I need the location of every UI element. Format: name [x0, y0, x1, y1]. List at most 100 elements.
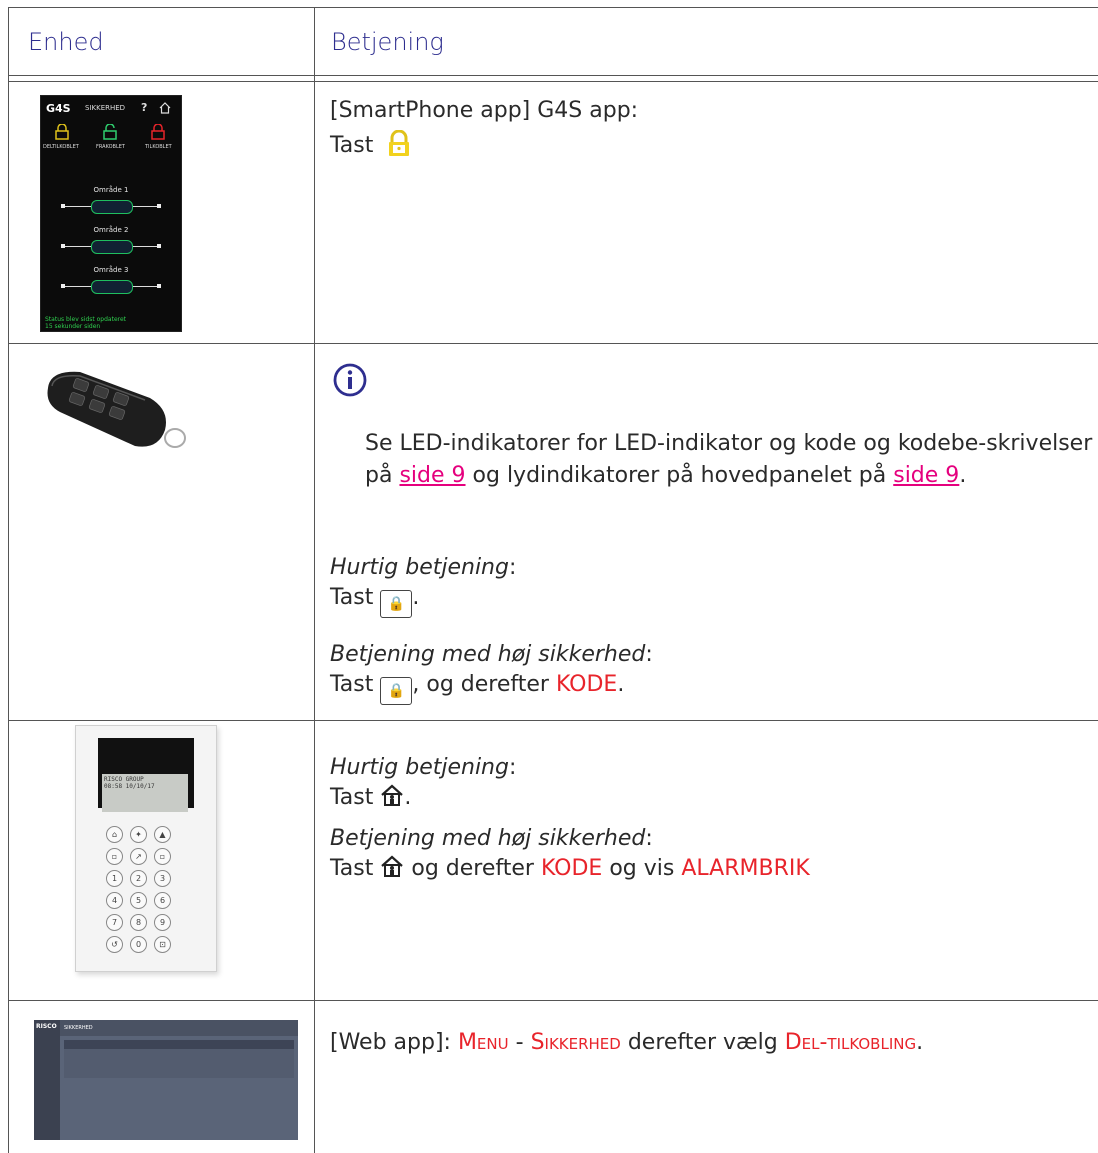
- keypad-lock-key: ▲: [154, 826, 171, 843]
- period: .: [412, 585, 420, 610]
- web-app-image: RISCO SIKKERHED: [34, 1020, 298, 1140]
- app-instructions: [SmartPhone app] G4S app: Tast: [330, 96, 1095, 161]
- fob-quick-operation: Hurtig betjening: Tast 🔒.: [330, 553, 1095, 618]
- code-keyword: KODE: [540, 856, 603, 881]
- instruction-text: og vis: [602, 856, 682, 881]
- instruction-text: derefter vælg: [620, 1030, 785, 1055]
- area-slider-knob[interactable]: [91, 280, 133, 294]
- keypad-digit-key: 5: [130, 892, 147, 909]
- instruction-text: og derefter: [404, 856, 541, 881]
- keypad-digit-key: 9: [154, 914, 171, 931]
- area-label: Område 2: [93, 226, 129, 234]
- column-divider: [314, 7, 315, 1153]
- keypad-digit-key: 6: [154, 892, 171, 909]
- tast-text: Tast: [330, 672, 374, 697]
- home-icon: [159, 102, 171, 114]
- dash: -: [508, 1030, 531, 1055]
- status-text: Status blev sidst opdateret 15 sekunder …: [45, 316, 126, 330]
- note-text: .: [959, 463, 967, 488]
- period: .: [404, 785, 412, 810]
- lcd-line: 08:58 10/10/17: [104, 783, 155, 790]
- tast-text: Tast: [330, 133, 374, 158]
- keypad-digit-key: 8: [130, 914, 147, 931]
- slider-end: [61, 284, 65, 288]
- menu-keyword: Menu: [457, 1030, 509, 1055]
- period: .: [617, 672, 625, 697]
- row-divider: [8, 720, 1098, 721]
- help-icon: ?: [141, 101, 148, 114]
- colon: :: [508, 555, 517, 580]
- keypad-func-key: ▫: [106, 848, 123, 865]
- header-border-2: [8, 81, 1098, 82]
- lcd-line: RISCO GROUP: [104, 776, 144, 783]
- security-keyword: Sikkerhed: [530, 1030, 621, 1055]
- web-header: SIKKERHED: [60, 1020, 298, 1036]
- instruction-text: , og derefter: [412, 672, 556, 697]
- keypad-partial-key: ✦: [130, 826, 147, 843]
- unlock-icon: [103, 124, 117, 140]
- web-brand: RISCO: [36, 1023, 57, 1030]
- tast-text: Tast: [330, 856, 374, 881]
- table-left-border: [8, 7, 9, 1153]
- g4s-logo: G4S: [46, 102, 71, 115]
- high-security-label: Betjening med høj sikkerhed: [330, 642, 646, 667]
- quick-label: Hurtig betjening: [330, 755, 509, 780]
- period: .: [916, 1030, 924, 1055]
- high-security-label: Betjening med høj sikkerhed: [330, 826, 646, 851]
- keypad-digit-key: 1: [106, 870, 123, 887]
- slider-end: [157, 204, 161, 208]
- app-line-2: Tast: [330, 130, 1095, 161]
- slider-end: [157, 244, 161, 248]
- keypad-high-security-operation: Betjening med høj sikkerhed: Tast og der…: [330, 824, 1095, 884]
- keypad-digit-key: 2: [130, 870, 147, 887]
- operation-table: Enhed Betjening G4S SIKKERHED ? DELTILKO…: [0, 0, 1098, 1153]
- lock-key-icon: 🔒: [380, 677, 413, 705]
- page-link[interactable]: side 9: [893, 463, 959, 488]
- lock-icon: [151, 124, 165, 140]
- code-keyword: KODE: [555, 672, 618, 697]
- colon: :: [645, 826, 653, 851]
- web-title: SIKKERHED: [64, 1025, 93, 1031]
- table-top-border: [8, 7, 1098, 8]
- column-header-device: Enhed: [28, 28, 104, 56]
- keypad-digit-key: 4: [106, 892, 123, 909]
- app-line-1: [SmartPhone app] G4S app:: [330, 98, 639, 123]
- keypad-func-key: ↗: [130, 848, 147, 865]
- info-icon: [333, 363, 367, 397]
- keypad-digit-key: 7: [106, 914, 123, 931]
- keypad-image: RISCO GROUP 08:58 10/10/17 ⌂ ✦ ▲ ▫ ↗ ▫ 1…: [75, 725, 217, 972]
- partial-arm-keyword: Del-tilkobling: [784, 1030, 917, 1055]
- alarm-keyword: ALARMBRIK: [681, 856, 810, 881]
- header-border-1: [8, 75, 1098, 76]
- phone-label: DELTILKOBLET: [43, 144, 79, 150]
- slider-end: [157, 284, 161, 288]
- keypad-func-key: ⊡: [154, 936, 171, 953]
- area-slider-knob[interactable]: [91, 240, 133, 254]
- web-instructions: [Web app]: Menu - Sikkerhed derefter væl…: [330, 1028, 1098, 1058]
- led-note: Se LED-indikatorer for LED-indikator og …: [365, 428, 1095, 492]
- note-text: og lydindikatorer på hovedpanelet på: [465, 463, 894, 488]
- tast-text: Tast: [330, 585, 374, 610]
- partial-lock-icon: [55, 124, 69, 140]
- keypad-digit-key: 3: [154, 870, 171, 887]
- area-slider-knob[interactable]: [91, 200, 133, 214]
- slider-end: [61, 244, 65, 248]
- lock-key-icon: 🔒: [380, 590, 413, 618]
- fob-high-security-operation: Betjening med høj sikkerhed: Tast 🔒, og …: [330, 640, 1095, 705]
- keyfob-image: [47, 371, 186, 448]
- status-line: 15 sekunder siden: [45, 323, 101, 330]
- colon: :: [645, 642, 653, 667]
- status-line: Status blev sidst opdateret: [45, 316, 127, 323]
- tast-text: Tast: [330, 785, 374, 810]
- quick-label: Hurtig betjening: [330, 555, 509, 580]
- partial-lock-icon: [389, 130, 410, 156]
- page-link[interactable]: side 9: [399, 463, 465, 488]
- keypad-quick-operation: Hurtig betjening: Tast .: [330, 753, 1095, 813]
- row-divider: [8, 343, 1098, 344]
- keypad-home-key: ⌂: [106, 826, 123, 843]
- web-prefix: [Web app]:: [330, 1030, 458, 1055]
- keypad-digit-key: 0: [130, 936, 147, 953]
- colon: :: [508, 755, 517, 780]
- web-table-header: [64, 1040, 294, 1049]
- home-icon: [381, 784, 404, 806]
